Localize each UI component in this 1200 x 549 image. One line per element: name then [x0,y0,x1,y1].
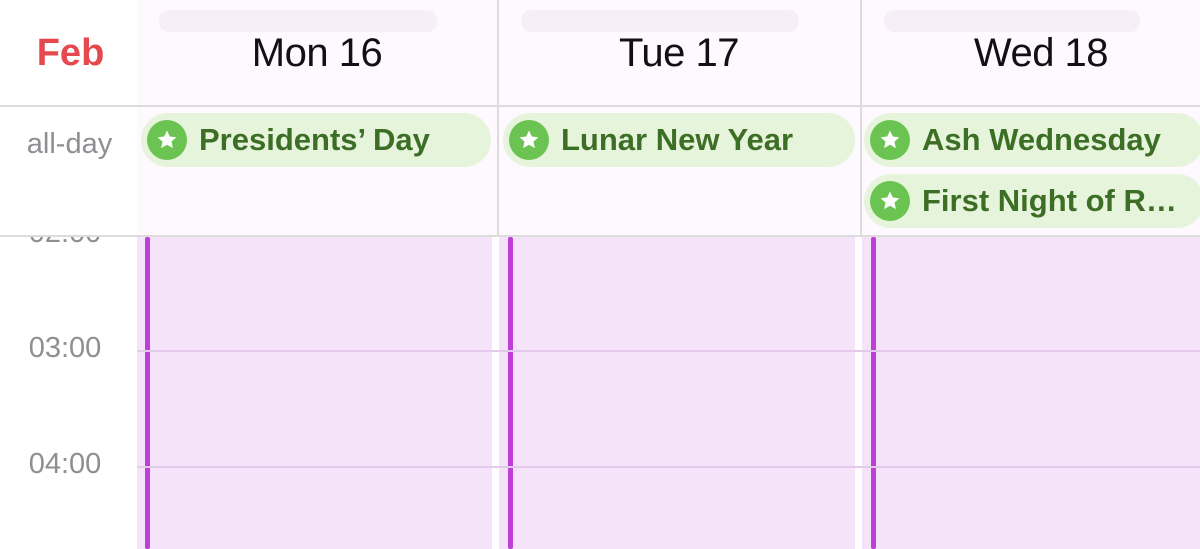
event-title: Presidents’ Day [199,122,430,157]
timed-column-mon[interactable] [137,237,492,549]
event-first-night-of-ramadan[interactable]: First Night of Ra… [864,174,1200,228]
event-title: Lunar New Year [561,122,794,157]
day-header-label: Wed 18 [973,30,1109,75]
day-header-label: Mon 16 [251,30,383,75]
event-title: Ash Wednesday [922,122,1161,157]
all-day-cell-wed[interactable]: Ash Wednesday First Night of Ra… [862,106,1200,236]
column-divider [860,0,862,237]
star-icon [870,181,910,221]
day-header-mon[interactable]: Mon 16 [137,0,497,106]
event-bar[interactable] [508,237,513,549]
faint-overlay [521,10,799,32]
week-calendar: Feb Mon 16 Tue 17 Wed 18 all-day Preside… [0,0,1200,549]
hour-line [137,466,1200,468]
column-divider [497,0,499,237]
day-header-wed[interactable]: Wed 18 [862,0,1200,106]
event-ash-wednesday[interactable]: Ash Wednesday [864,113,1200,167]
timed-column-wed[interactable] [862,237,1200,549]
time-label: 04:00 [28,448,102,480]
star-icon [870,120,910,160]
event-bar[interactable] [145,237,150,549]
event-lunar-new-year[interactable]: Lunar New Year [503,113,855,167]
all-day-cell-tue[interactable]: Lunar New Year [499,106,859,236]
timed-column-tue[interactable] [499,237,855,549]
event-presidents-day[interactable]: Presidents’ Day [141,113,491,167]
event-bar[interactable] [871,237,876,549]
time-label: 02:00 [0,237,130,245]
header-divider [0,105,1200,107]
star-icon [147,120,187,160]
star-icon [509,120,549,160]
month-label: Feb [36,31,105,74]
all-day-cell-mon[interactable]: Presidents’ Day [137,106,497,236]
time-label-clipped: 02:00 [0,237,130,245]
day-header-tue[interactable]: Tue 17 [499,0,859,106]
event-title: First Night of Ra… [922,183,1188,218]
faint-overlay [884,10,1140,32]
faint-overlay [159,10,437,32]
hour-line [137,350,1200,352]
day-header-label: Tue 17 [618,30,740,75]
time-label: 03:00 [28,332,102,364]
all-day-label: all-day [26,128,113,160]
